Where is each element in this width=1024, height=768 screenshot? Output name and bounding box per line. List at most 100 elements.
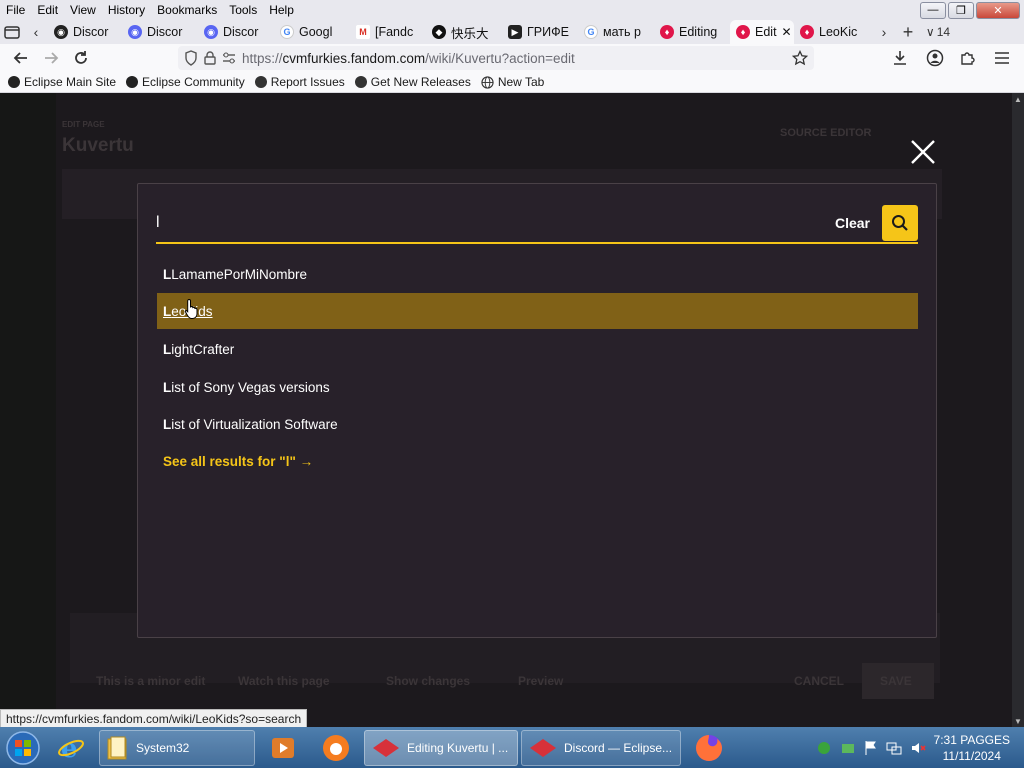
tab-youtube[interactable]: ▶ ГРИФЕ xyxy=(502,20,578,44)
search-icon xyxy=(892,215,908,231)
arrow-right-icon xyxy=(45,52,59,64)
app-menu-button[interactable] xyxy=(987,44,1017,72)
github-icon: ◆ xyxy=(432,25,446,39)
search-result[interactable]: LightCrafter xyxy=(157,331,918,367)
discord-icon: ◉ xyxy=(54,25,68,39)
tab-discord-2[interactable]: ◉ Discor xyxy=(122,20,198,44)
page-scrollbar[interactable]: ▲ ▼ xyxy=(1012,93,1024,727)
bookmark-report-issues[interactable]: Report Issues xyxy=(254,75,345,89)
bookmark-eclipse-main[interactable]: Eclipse Main Site xyxy=(8,75,116,89)
search-input[interactable] xyxy=(156,205,835,241)
reload-button[interactable] xyxy=(66,44,96,72)
watch-page-checkbox[interactable]: Watch this page xyxy=(238,674,330,688)
volume-muted-icon[interactable] xyxy=(910,740,926,756)
tab-label: LeoKic xyxy=(819,25,858,39)
network-icon[interactable] xyxy=(886,740,902,756)
clear-button[interactable]: Clear xyxy=(835,215,870,231)
clock-date: 11/11/2024 xyxy=(942,748,1001,763)
squirrel-icon xyxy=(323,734,349,761)
menu-tools[interactable]: Tools xyxy=(223,0,263,20)
menu-edit[interactable]: Edit xyxy=(31,0,64,20)
list-all-tabs-button[interactable]: ∨ 14 xyxy=(920,20,956,44)
device-icon[interactable] xyxy=(840,740,856,756)
search-result[interactable]: List of Sony Vegas versions xyxy=(157,369,918,405)
star-icon[interactable] xyxy=(792,50,808,66)
media-player-button[interactable] xyxy=(258,730,308,766)
new-tab-button[interactable]: + xyxy=(896,20,920,44)
show-changes-button[interactable]: Show changes xyxy=(386,674,470,688)
lock-icon[interactable] xyxy=(204,51,216,65)
address-bar[interactable]: https://cvmfurkies.fandom.com/wiki/Kuver… xyxy=(178,46,814,70)
bookmark-new-tab[interactable]: New Tab xyxy=(481,75,544,89)
system-clock[interactable]: 7:31 PAGGES 11/11/2024 xyxy=(934,732,1010,764)
bookmark-get-releases[interactable]: Get New Releases xyxy=(354,75,471,89)
tab-chinese[interactable]: ◆ 快乐大 xyxy=(426,20,502,44)
firefox-view-icon xyxy=(4,26,20,39)
tab-google[interactable]: G Googl xyxy=(274,20,350,44)
scroll-up-icon[interactable]: ▲ xyxy=(1012,93,1024,105)
preview-button[interactable]: Preview xyxy=(518,674,563,688)
extensions-button[interactable] xyxy=(953,44,983,72)
taskbar-label: Discord — Eclipse... xyxy=(564,740,673,755)
uc-browser-button[interactable] xyxy=(311,730,361,766)
tab-google-search[interactable]: G мать р xyxy=(578,20,654,44)
tab-discord-1[interactable]: ◉ Discor xyxy=(48,20,122,44)
downloads-button[interactable] xyxy=(885,44,915,72)
scroll-down-icon[interactable]: ▼ xyxy=(1012,715,1024,727)
search-button[interactable] xyxy=(882,205,918,241)
menu-file[interactable]: File xyxy=(0,0,31,20)
search-result[interactable]: List of Virtualization Software xyxy=(157,406,918,442)
bookmark-eclipse-community[interactable]: Eclipse Community xyxy=(126,75,245,89)
minor-edit-checkbox[interactable]: This is a minor edit xyxy=(96,674,205,688)
url-text[interactable]: https://cvmfurkies.fandom.com/wiki/Kuver… xyxy=(242,51,575,66)
search-result-active[interactable]: LeoKids xyxy=(157,293,918,329)
see-all-results-link[interactable]: See all results for "l" → xyxy=(163,454,313,469)
ie-taskbar-button[interactable]: e xyxy=(46,730,96,766)
menu-history[interactable]: History xyxy=(102,0,151,20)
maximize-button[interactable]: ❐ xyxy=(948,1,974,19)
start-button[interactable] xyxy=(0,727,46,768)
network-ie-icon[interactable] xyxy=(816,740,832,756)
minimize-button[interactable]: — xyxy=(920,1,946,19)
menu-bookmarks[interactable]: Bookmarks xyxy=(151,0,223,20)
scroll-tabs-left-button[interactable]: ‹ xyxy=(24,20,48,44)
menu-bar: File Edit View History Bookmarks Tools H… xyxy=(0,0,1024,20)
taskbar-discord-eclipse[interactable]: Discord — Eclipse... xyxy=(521,729,681,766)
back-button[interactable] xyxy=(6,44,36,72)
save-button[interactable]: SAVE xyxy=(862,663,934,699)
cancel-button[interactable]: CANCEL xyxy=(794,674,844,688)
chevron-down-icon: ∨ xyxy=(925,25,935,39)
save-label: SAVE xyxy=(880,674,912,688)
close-search-icon[interactable] xyxy=(908,137,938,167)
internet-explorer-icon: e xyxy=(58,734,84,763)
forward-button[interactable] xyxy=(36,44,66,72)
tab-leokids[interactable]: ♦ LeoKic xyxy=(794,20,872,44)
firefox-taskbar-button[interactable] xyxy=(684,730,734,766)
action-center-flag-icon[interactable] xyxy=(864,740,878,756)
tab-edit-active[interactable]: ♦ Edit ✕ xyxy=(730,20,794,44)
taskbar-system32[interactable]: System32 xyxy=(99,729,255,766)
source-editor-toggle[interactable]: SOURCE EDITOR xyxy=(780,127,871,139)
search-result[interactable]: L LamamePorMiNombre xyxy=(157,256,918,292)
shield-icon[interactable] xyxy=(184,50,198,66)
tab-editing[interactable]: ♦ Editing xyxy=(654,20,730,44)
menu-help[interactable]: Help xyxy=(263,0,300,20)
fandom-icon xyxy=(373,738,399,757)
menu-view[interactable]: View xyxy=(64,0,102,20)
close-tab-icon[interactable]: ✕ xyxy=(782,25,792,39)
firefox-icon xyxy=(696,734,722,761)
bookmark-label: Report Issues xyxy=(270,75,345,89)
google-icon: G xyxy=(584,25,598,39)
tab-label: 快乐大 xyxy=(451,26,489,41)
fandom-icon: ♦ xyxy=(736,25,750,39)
scroll-tabs-right-button[interactable]: › xyxy=(872,20,896,44)
account-button[interactable] xyxy=(920,44,950,72)
firefox-view-button[interactable] xyxy=(0,20,24,44)
taskbar-editing-kuvertu[interactable]: Editing Kuvertu | ... xyxy=(364,729,518,766)
tab-gmail[interactable]: M [Fandc xyxy=(350,20,426,44)
tab-discord-3[interactable]: ◉ Discor xyxy=(198,20,274,44)
permissions-icon[interactable] xyxy=(222,51,236,65)
tab-label: Discor xyxy=(223,25,259,39)
hand-cursor-icon xyxy=(184,298,198,319)
close-window-button[interactable]: ✕ xyxy=(976,1,1020,19)
